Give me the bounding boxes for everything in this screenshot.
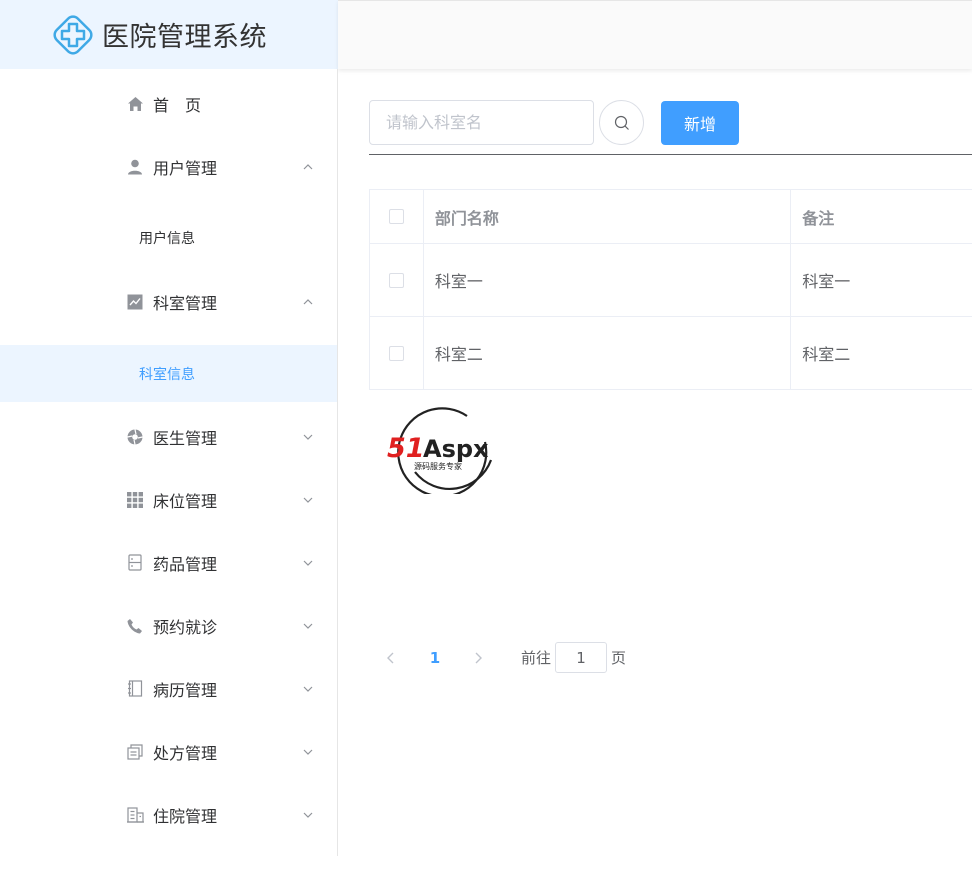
- grid-icon: [126, 491, 144, 509]
- prev-page-button[interactable]: [378, 643, 404, 673]
- select-all-cell: [370, 190, 424, 243]
- chevron-down-icon: [303, 560, 313, 566]
- sidebar-item-label: 首 页: [153, 95, 202, 115]
- sidebar-subitem-label: 科室信息: [139, 366, 195, 383]
- chevron-left-icon: [387, 652, 394, 663]
- toolbar-divider: [369, 154, 972, 155]
- cell-remarks: 科室一: [802, 272, 851, 291]
- svg-text:Aspx: Aspx: [423, 435, 489, 463]
- page-number-current[interactable]: 1: [420, 643, 450, 673]
- select-all-checkbox[interactable]: [388, 209, 404, 224]
- cell-department-name: 科室一: [424, 244, 792, 316]
- sidebar-item-label: 药品管理: [153, 554, 218, 574]
- goto-page-input[interactable]: [555, 642, 607, 673]
- table-row: 科室二 科室二: [370, 317, 972, 390]
- sidebar-item-label: 预约就诊: [153, 617, 218, 637]
- column-header-department-name[interactable]: 部门名称: [424, 190, 792, 243]
- sidebar-item-users[interactable]: 用户管理: [0, 135, 337, 198]
- chevron-down-icon: [303, 497, 313, 503]
- chevron-down-icon: [303, 434, 313, 440]
- row-checkbox[interactable]: [388, 345, 404, 361]
- row-checkbox[interactable]: [388, 272, 404, 288]
- sidebar-item-label: 住院管理: [153, 806, 218, 826]
- chart-icon: [126, 293, 144, 311]
- search-icon: [614, 115, 629, 130]
- sidebar-item-label: 处方管理: [153, 743, 218, 763]
- sidebar-item-label: 医生管理: [153, 428, 218, 448]
- add-department-button[interactable]: 新增: [661, 101, 739, 145]
- sidebar-item-label: 用户管理: [153, 158, 218, 178]
- sidebar-subitem-label: 用户信息: [139, 230, 195, 247]
- logo-area: 医院管理系统: [0, 0, 338, 69]
- app-title: 医院管理系统: [102, 22, 267, 53]
- table-row: 科室一 科室一: [370, 244, 972, 317]
- user-icon: [126, 158, 144, 176]
- document-icon: [126, 743, 144, 761]
- sidebar-item-label: 科室管理: [153, 293, 218, 313]
- sidebar-item-beds[interactable]: 床位管理: [0, 468, 337, 531]
- pagination: 1 前往 页: [378, 642, 638, 673]
- search-button[interactable]: [599, 100, 644, 145]
- sidebar-subitem-department-info[interactable]: 科室信息: [0, 345, 337, 402]
- department-search-input[interactable]: [369, 100, 594, 145]
- aperture-icon: [126, 428, 144, 446]
- svg-text:51: 51: [387, 433, 425, 464]
- column-header-remarks[interactable]: 备注: [791, 190, 972, 243]
- home-icon: [126, 95, 144, 113]
- sidebar-item-home[interactable]: 首 页: [0, 72, 337, 135]
- hospital-cross-icon: [53, 14, 93, 55]
- notebook-icon: [126, 680, 144, 698]
- cell-department-name: 科室二: [424, 317, 792, 389]
- cell-remarks: 科室二: [802, 345, 851, 364]
- sidebar-item-departments[interactable]: 科室管理: [0, 270, 337, 333]
- phone-icon: [126, 617, 144, 635]
- sidebar-item-prescriptions[interactable]: 处方管理: [0, 720, 337, 783]
- svg-text:源码服务专家: 源码服务专家: [414, 461, 462, 471]
- row-select-cell: [370, 244, 424, 316]
- sidebar-item-inpatient[interactable]: 住院管理: [0, 783, 337, 846]
- sidebar-item-label: 病历管理: [153, 680, 218, 700]
- page-unit-label: 页: [611, 649, 627, 667]
- app-root: 医院管理系统 首 页 用户管理 用户信息 科室管理 科室信息 医生管理 床位管理…: [0, 0, 972, 895]
- building-icon: [126, 806, 144, 824]
- chevron-down-icon: [303, 686, 313, 692]
- chevron-down-icon: [303, 623, 313, 629]
- chevron-down-icon: [303, 812, 313, 818]
- top-header-bar: [338, 0, 972, 69]
- sidebar-item-label: 床位管理: [153, 491, 218, 511]
- next-page-button[interactable]: [465, 643, 491, 673]
- sidebar-item-medicine[interactable]: 药品管理: [0, 531, 337, 594]
- sidebar-item-doctors[interactable]: 医生管理: [0, 405, 337, 468]
- department-table: 部门名称 备注 科室一 科室一 科室二 科室二: [369, 189, 972, 390]
- sidebar-subitem-user-info[interactable]: 用户信息: [0, 209, 337, 266]
- chevron-right-icon: [475, 652, 482, 663]
- chevron-up-icon: [303, 298, 313, 304]
- sidebar-item-appointments[interactable]: 预约就诊: [0, 594, 337, 657]
- sidebar-menu: 首 页 用户管理 用户信息 科室管理 科室信息 医生管理 床位管理 药品管理 预…: [0, 69, 338, 856]
- table-header-row: 部门名称 备注: [370, 190, 972, 244]
- goto-label: 前往: [521, 649, 552, 667]
- 51aspx-watermark-logo: 51 Aspx 源码服务专家: [387, 407, 493, 494]
- sidebar-item-medical-records[interactable]: 病历管理: [0, 657, 337, 720]
- chevron-up-icon: [303, 163, 313, 169]
- cabinet-icon: [126, 554, 144, 572]
- row-select-cell: [370, 317, 424, 389]
- chevron-down-icon: [303, 749, 313, 755]
